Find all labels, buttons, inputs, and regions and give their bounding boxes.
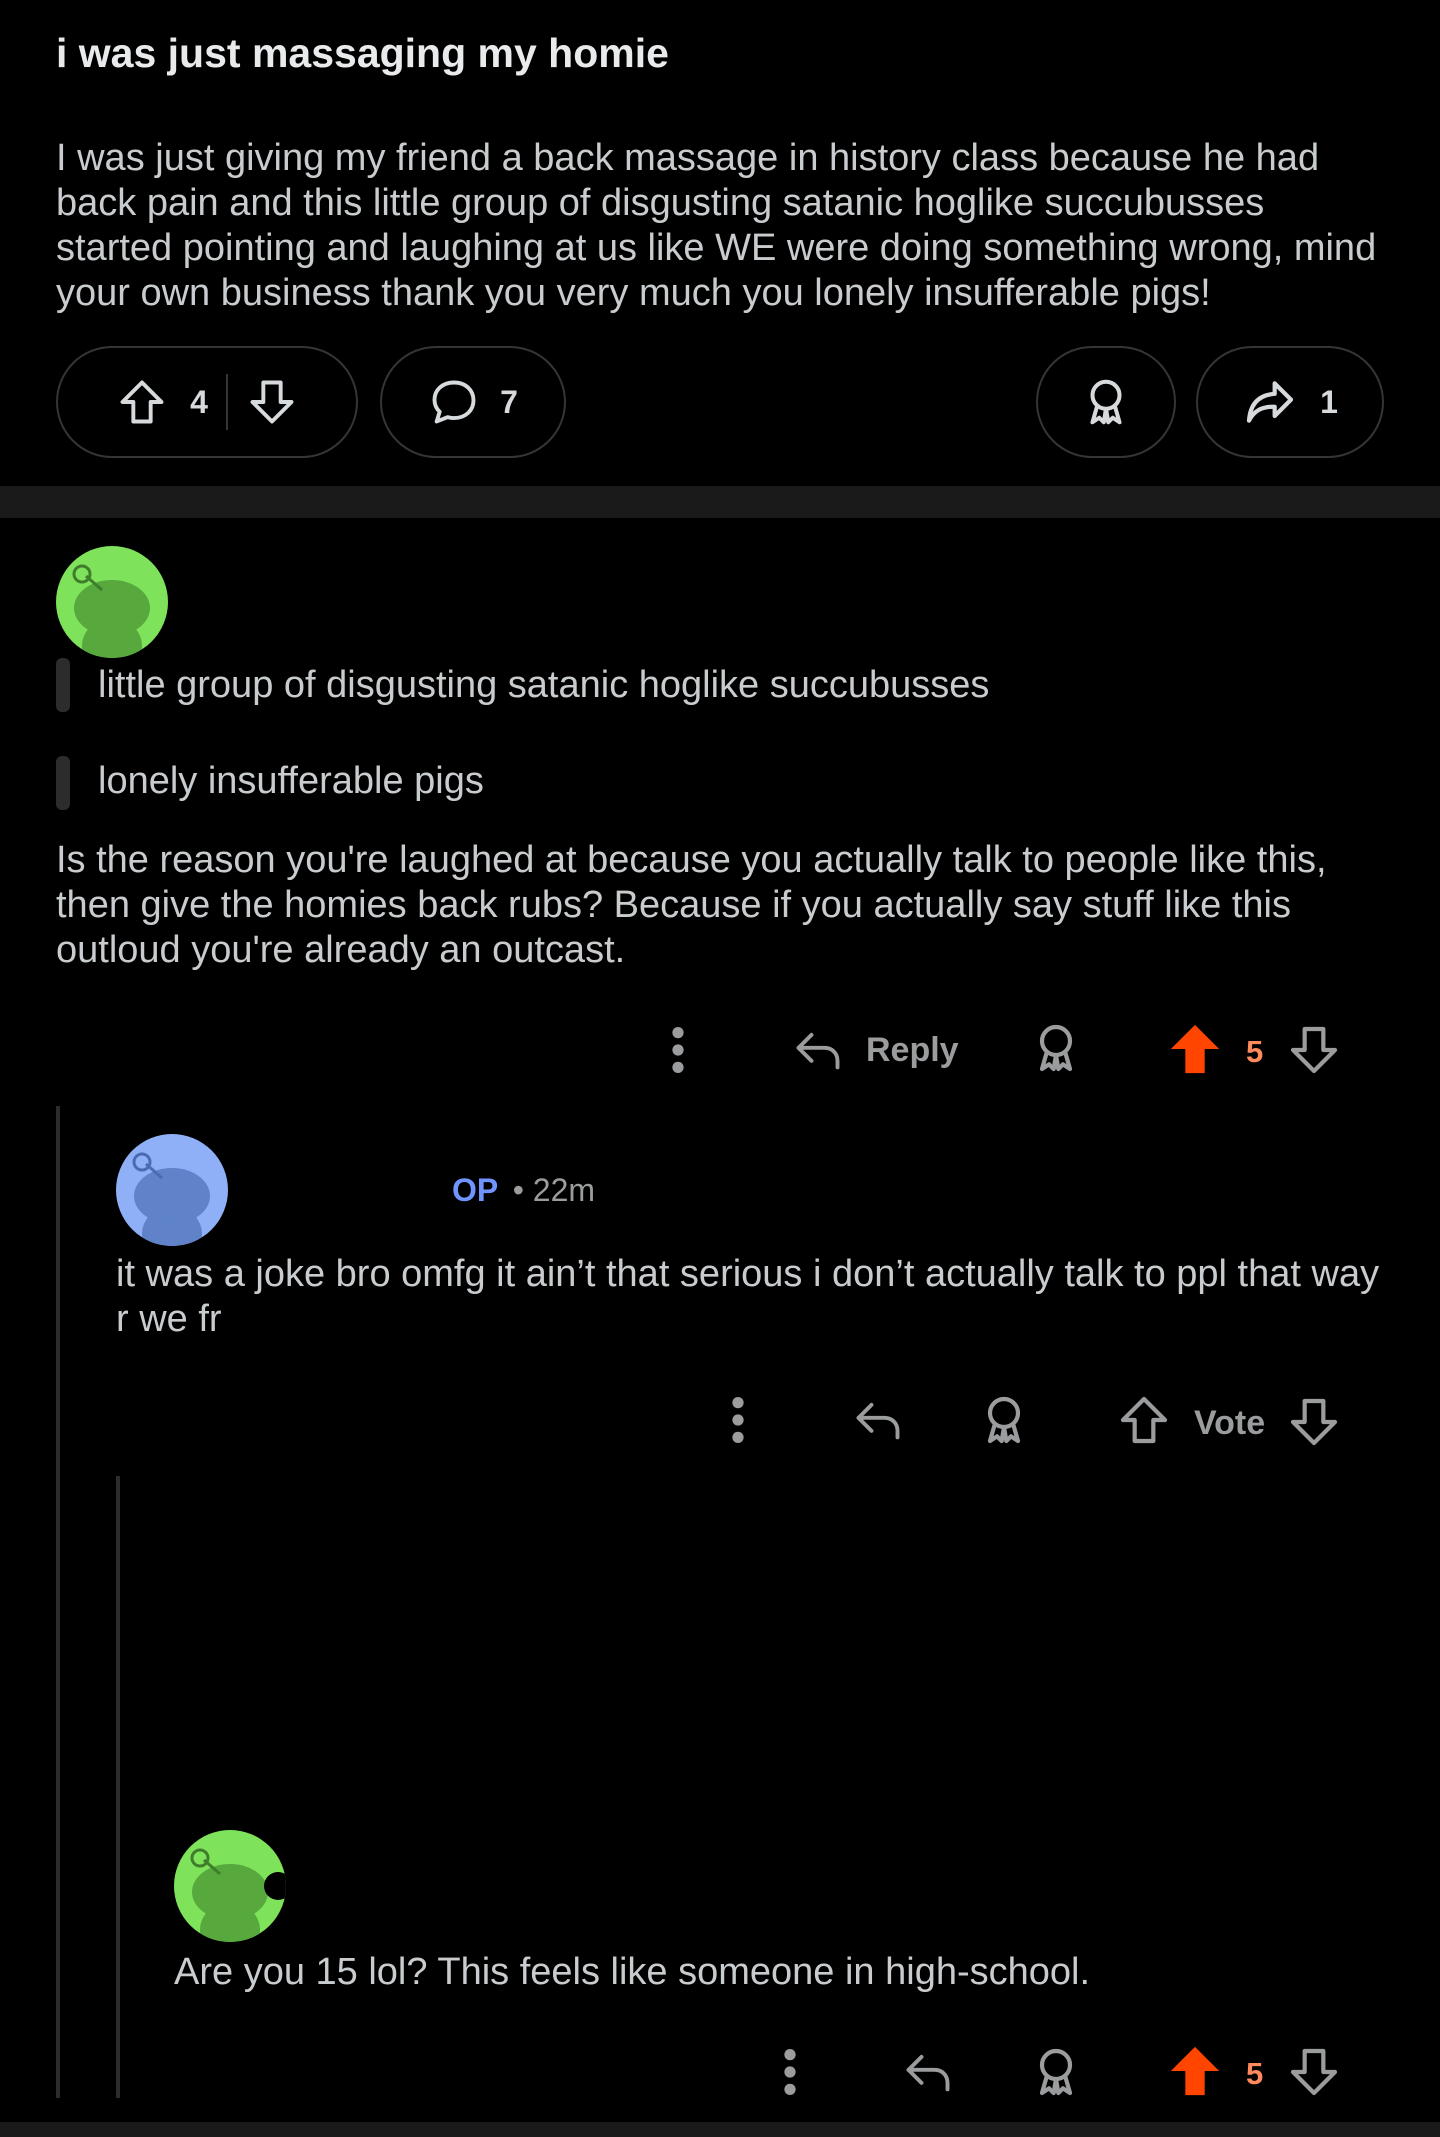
bottom-divider <box>0 2122 1440 2137</box>
section-divider <box>0 486 1440 518</box>
share-count: 1 <box>1320 383 1338 420</box>
award-button[interactable] <box>976 1392 1032 1448</box>
share-button[interactable]: 1 <box>1196 346 1384 458</box>
upvote-button[interactable] <box>1116 1392 1172 1448</box>
post-vote-pill: 4 <box>56 346 358 458</box>
upvote-button[interactable] <box>116 376 168 428</box>
upvote-button[interactable] <box>1166 1020 1224 1078</box>
quote-bar <box>56 658 70 712</box>
comment-body: Is the reason you're laughed at because … <box>56 839 1327 971</box>
avatar[interactable] <box>174 1830 286 1942</box>
reply-label: Reply <box>866 1030 959 1069</box>
comment-count: 7 <box>500 383 518 420</box>
downvote-button[interactable] <box>1286 2044 1342 2100</box>
downvote-button[interactable] <box>246 376 298 428</box>
more-icon <box>672 1027 684 1073</box>
upvote-icon <box>1170 2046 1220 2096</box>
snoo-avatar-icon <box>72 564 150 658</box>
downvote-icon <box>1290 2048 1338 2096</box>
more-options-button[interactable] <box>668 1024 688 1076</box>
thread-line[interactable] <box>116 1476 120 2098</box>
comment-score: 5 <box>1246 2056 1264 2091</box>
comment-body: Are you 15 lol? This feels like someone … <box>174 1951 1091 1993</box>
upvote-icon <box>1170 1024 1220 1074</box>
post-upvote-count: 4 <box>190 383 208 420</box>
comment-timestamp: • 22m <box>512 1172 596 1208</box>
snoo-avatar-icon <box>190 1848 286 1942</box>
snoo-avatar-icon <box>132 1152 210 1246</box>
avatar[interactable] <box>56 546 168 658</box>
downvote-button[interactable] <box>1286 1394 1342 1450</box>
comment-quote: little group of disgusting satanic hogli… <box>98 664 990 706</box>
comments-button[interactable]: 7 <box>380 346 566 458</box>
more-options-button[interactable] <box>728 1394 748 1446</box>
comment-score: 5 <box>1246 1034 1264 1069</box>
vote-separator <box>225 374 228 430</box>
downvote-button[interactable] <box>1286 1022 1342 1078</box>
reply-icon <box>856 1402 900 1440</box>
comment-quote: lonely insufferable pigs <box>98 760 484 802</box>
award-icon <box>1090 379 1122 425</box>
comment-meta: OP • 22m <box>452 1172 595 1209</box>
reply-icon <box>906 2054 950 2092</box>
upvote-button[interactable] <box>1166 2042 1224 2100</box>
award-icon <box>1039 2048 1073 2096</box>
downvote-icon <box>1290 1398 1338 1446</box>
upvote-icon <box>1120 1396 1168 1444</box>
award-icon <box>1039 1024 1073 1072</box>
downvote-icon <box>250 380 294 424</box>
comment-body: it was a joke bro omfg it ain’t that ser… <box>116 1253 1380 1340</box>
award-icon <box>987 1396 1021 1444</box>
share-icon <box>1246 381 1294 423</box>
quote-bar <box>56 756 70 810</box>
upvote-icon <box>120 380 164 424</box>
post-title: i was just massaging my homie <box>56 30 669 76</box>
reply-button[interactable] <box>850 1394 906 1446</box>
more-icon <box>732 1397 744 1443</box>
thread-line[interactable] <box>56 1106 60 2098</box>
reply-button[interactable]: Reply <box>790 1024 959 1076</box>
op-badge: OP <box>452 1172 499 1208</box>
vote-label: Vote <box>1194 1404 1266 1442</box>
downvote-icon <box>1290 1026 1338 1074</box>
comment-icon <box>432 380 476 424</box>
more-icon <box>784 2049 796 2095</box>
award-button[interactable] <box>1028 1020 1084 1076</box>
award-button[interactable] <box>1028 2044 1084 2100</box>
more-options-button[interactable] <box>780 2046 800 2098</box>
reply-button[interactable] <box>900 2046 956 2098</box>
avatar[interactable] <box>116 1134 228 1246</box>
reply-icon <box>796 1032 840 1070</box>
award-button[interactable] <box>1036 346 1176 458</box>
post-body: I was just giving my friend a back massa… <box>56 137 1377 314</box>
